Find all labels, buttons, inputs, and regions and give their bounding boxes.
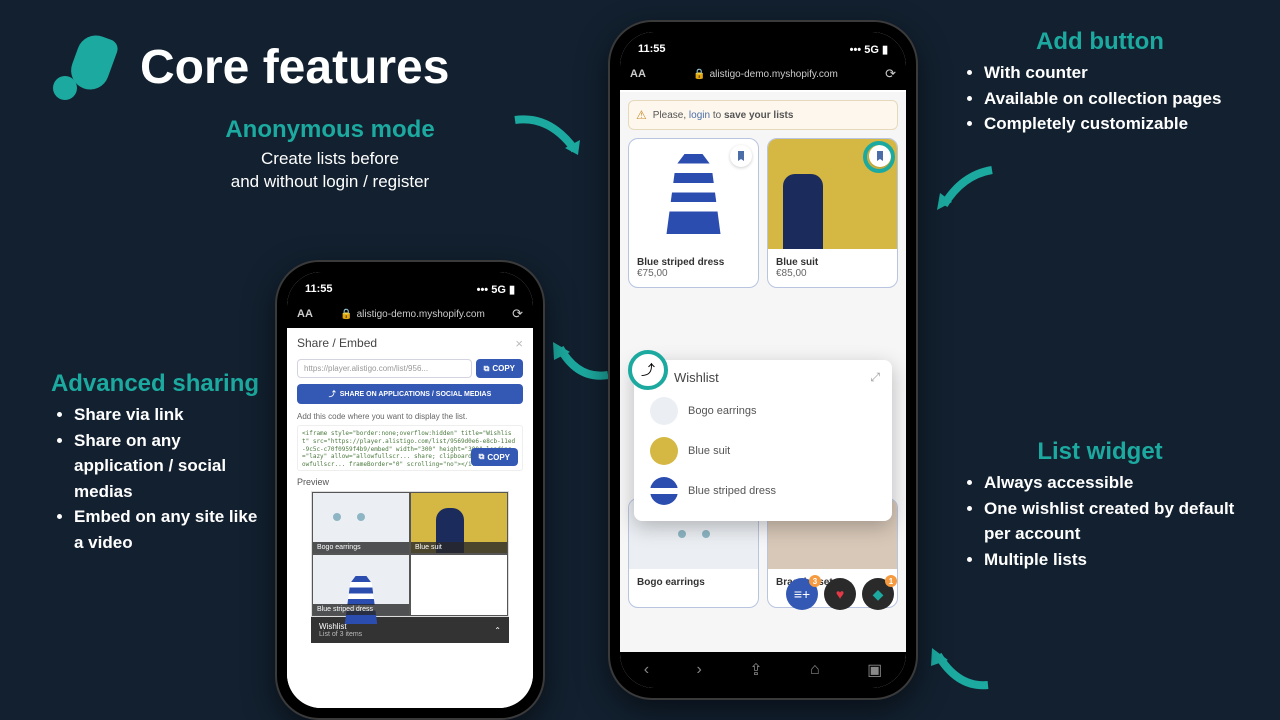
list-widget-item: One wishlist created by default per acco… — [984, 496, 1240, 547]
feature-anonymous: Anonymous mode Create lists before and w… — [160, 116, 500, 194]
advanced-sharing-title: Advanced sharing — [50, 370, 260, 398]
highlight-circle — [863, 141, 895, 173]
product-price: €85,00 — [776, 268, 889, 279]
add-list-fab[interactable]: ≡+3 — [786, 578, 818, 610]
refresh-icon[interactable]: ⟳ — [512, 306, 523, 322]
expand-icon[interactable]: ⤢ — [870, 370, 880, 385]
list-widget-item: Always accessible — [984, 470, 1240, 496]
product-title: Blue striped dress — [637, 257, 750, 268]
phone-notch — [703, 32, 823, 54]
browser-url-bar[interactable]: AA 🔒 alistigo-demo.myshopify.com ⟳ — [620, 62, 906, 90]
login-alert: ⚠ Please, login to save your lists — [628, 100, 898, 130]
share-panel-title: Share / Embed — [297, 336, 377, 351]
status-time: 11:55 — [638, 43, 666, 55]
preview-label: Preview — [297, 477, 523, 487]
list-widget-title: List widget — [960, 438, 1240, 466]
login-link[interactable]: login — [689, 110, 710, 121]
copy-link-button[interactable]: ⧉ COPY — [476, 359, 523, 378]
add-button-title: Add button — [960, 28, 1240, 56]
embed-code-box[interactable]: <iframe style="border:none;overflow:hidd… — [297, 425, 523, 471]
anonymous-title: Anonymous mode — [160, 116, 500, 144]
product-title: Bogo earrings — [637, 577, 750, 588]
wishlist-item[interactable]: Blue suit — [646, 431, 880, 471]
page-title: Core features — [140, 40, 449, 95]
tabs-icon[interactable]: ▣ — [867, 660, 882, 680]
product-title: Blue suit — [776, 257, 889, 268]
favorite-fab[interactable]: ♥ — [824, 578, 856, 610]
advanced-sharing-item: Share via link — [74, 402, 260, 428]
url-text[interactable]: 🔒 alistigo-demo.myshopify.com — [654, 69, 877, 80]
advanced-sharing-item: Embed on any site like a video — [74, 504, 260, 555]
share-icon[interactable]: ⇪ — [749, 660, 762, 680]
bookmark-button[interactable] — [730, 145, 752, 167]
advanced-sharing-item: Share on any application / social medias — [74, 428, 260, 505]
wishlist-popover[interactable]: Wishlist ⤢ Bogo earrings Blue suit Blue … — [634, 360, 892, 521]
page-content: ⚠ Please, login to save your lists Blue … — [620, 92, 906, 652]
list-widget-item: Multiple lists — [984, 547, 1240, 573]
preview-grid: Bogo earrings Blue suit Blue striped dre… — [311, 491, 509, 617]
phone-notch — [358, 272, 461, 294]
arrow-icon — [510, 110, 590, 170]
back-icon[interactable]: ‹ — [644, 661, 649, 679]
status-network: ••• 5G ▮ — [477, 283, 515, 296]
wishlist-title: Wishlist — [674, 370, 719, 385]
forward-icon[interactable]: › — [696, 661, 701, 679]
preview-footer[interactable]: WishlistList of 3 items ⌃ — [311, 617, 509, 643]
wishlist-item[interactable]: Bogo earrings — [646, 391, 880, 431]
anonymous-sub1: Create lists before — [160, 148, 500, 171]
product-price: €75,00 — [637, 268, 750, 279]
feature-add-button: Add button With counter Available on col… — [960, 28, 1240, 137]
product-card[interactable]: Blue striped dress€75,00 — [628, 138, 759, 288]
alert-text: Please, login to save your lists — [653, 110, 794, 121]
bookmarks-icon[interactable]: ⌂ — [810, 661, 820, 679]
anonymous-sub2: and without login / register — [160, 171, 500, 194]
text-size-button[interactable]: AA — [297, 308, 313, 320]
feature-list-widget: List widget Always accessible One wishli… — [960, 438, 1240, 572]
warning-icon: ⚠ — [636, 108, 647, 122]
add-button-item: With counter — [984, 60, 1240, 86]
add-button-item: Completely customizable — [984, 111, 1240, 137]
share-link-input[interactable] — [297, 359, 472, 378]
share-icon-highlight[interactable]: ⤴ — [628, 350, 668, 390]
arrow-icon — [932, 160, 1002, 220]
status-network: ••• 5G ▮ — [850, 43, 888, 56]
copy-code-button[interactable]: ⧉ COPY — [471, 448, 518, 466]
chevron-up-icon[interactable]: ⌃ — [494, 626, 501, 635]
app-fab[interactable]: ◆1 — [862, 578, 894, 610]
feature-advanced-sharing: Advanced sharing Share via link Share on… — [50, 370, 260, 555]
close-icon[interactable]: × — [515, 336, 523, 351]
refresh-icon[interactable]: ⟳ — [885, 66, 896, 82]
product-card[interactable]: Blue suit€85,00 — [767, 138, 898, 288]
product-image — [664, 154, 724, 234]
add-button-item: Available on collection pages — [984, 86, 1240, 112]
browser-bottom-nav: ‹ › ⇪ ⌂ ▣ — [620, 652, 906, 688]
app-logo — [50, 30, 120, 100]
embed-description: Add this code where you want to display … — [297, 412, 523, 421]
fab-row: ≡+3 ♥ ◆1 — [786, 578, 894, 610]
arrow-icon — [928, 640, 998, 695]
phone-mockup-share: 11:55 ••• 5G ▮ AA 🔒 alistigo-demo.myshop… — [275, 260, 545, 720]
url-text[interactable]: 🔒 alistigo-demo.myshopify.com — [321, 309, 504, 320]
phone-mockup-main: 11:55 ••• 5G ▮ AA 🔒 alistigo-demo.myshop… — [608, 20, 918, 700]
browser-url-bar[interactable]: AA 🔒 alistigo-demo.myshopify.com ⟳ — [287, 302, 533, 330]
status-time: 11:55 — [305, 283, 333, 295]
wishlist-item[interactable]: Blue striped dress — [646, 471, 880, 511]
text-size-button[interactable]: AA — [630, 68, 646, 80]
share-embed-panel: Share / Embed × ⧉ COPY ⤴ SHARE ON APPLICA… — [287, 328, 533, 651]
share-social-button[interactable]: ⤴ SHARE ON APPLICATIONS / SOCIAL MEDIAS — [297, 384, 523, 404]
